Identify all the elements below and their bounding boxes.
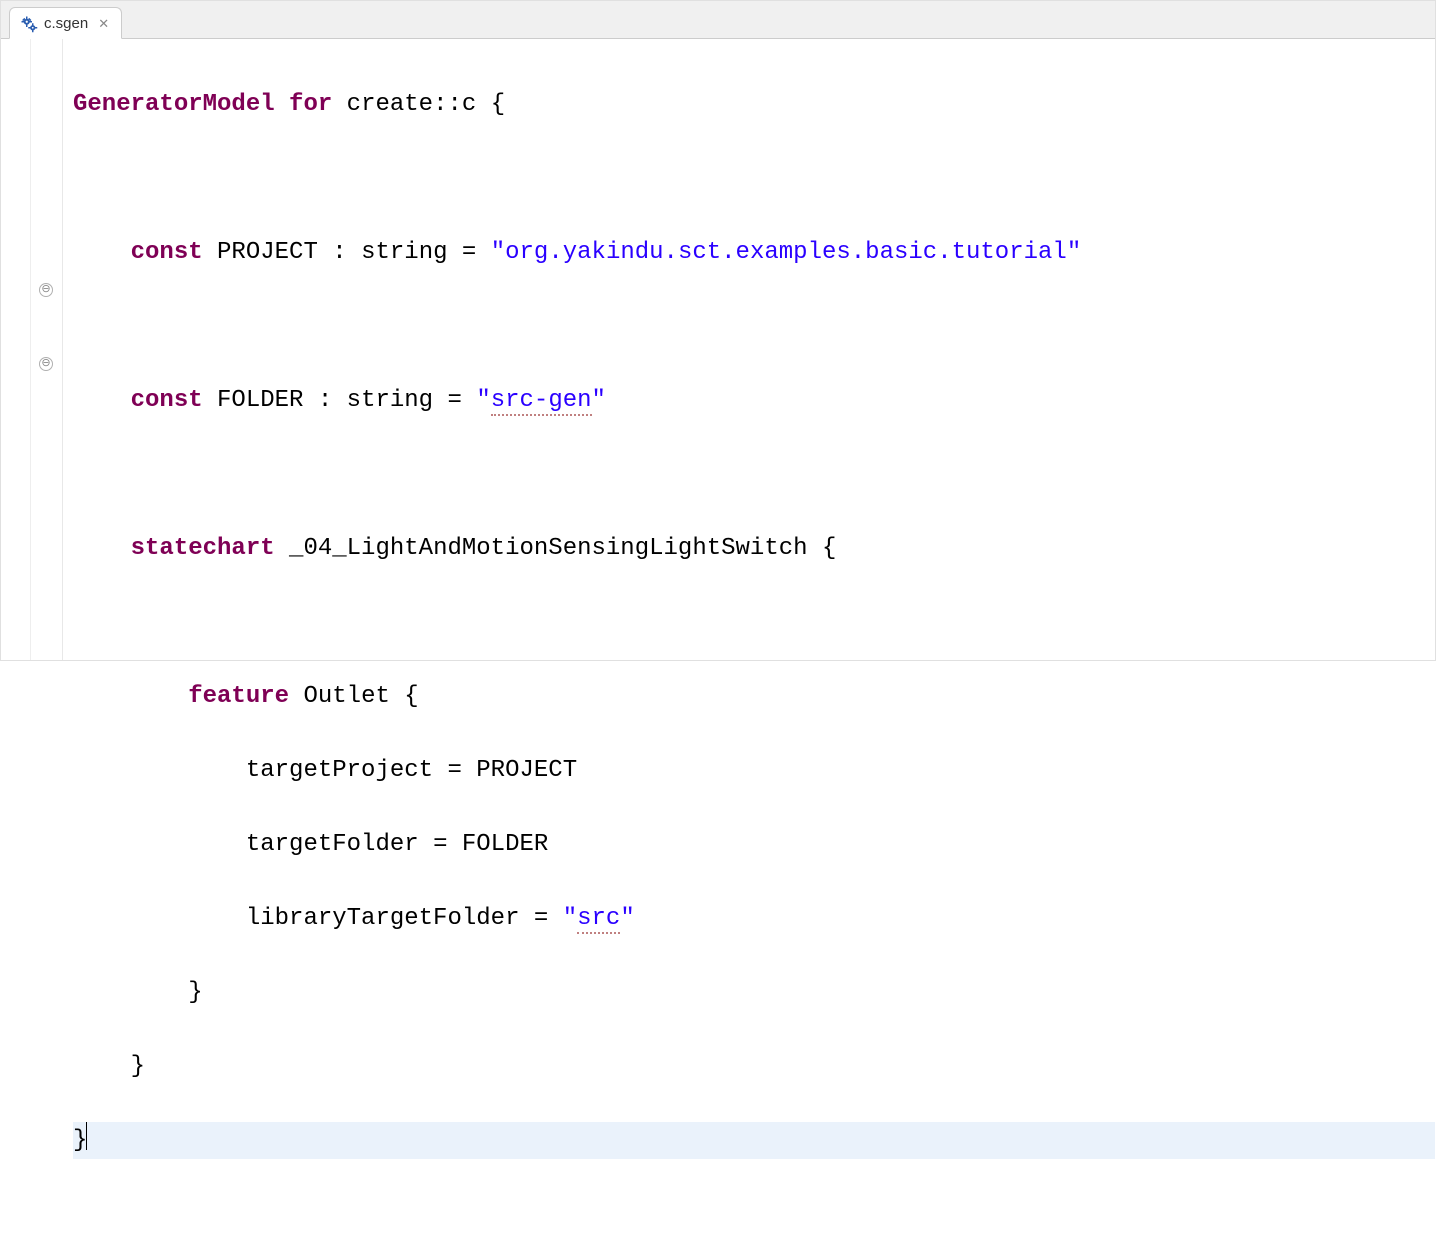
code-line: targetProject = PROJECT [73, 752, 1435, 789]
fold-gutter: ⊖ ⊖ [31, 39, 63, 660]
code-line: GeneratorModel for create::c { [73, 86, 1435, 123]
line-number-gutter [1, 39, 31, 660]
code-line: } [73, 1048, 1435, 1085]
code-line: } [73, 974, 1435, 1011]
code-line: libraryTargetFolder = "src" [73, 900, 1435, 937]
tab-bar: c.sgen ✕ [1, 1, 1435, 39]
code-line-current: } [73, 1122, 1435, 1159]
fold-toggle-icon[interactable]: ⊖ [39, 357, 53, 371]
code-line: feature Outlet { [73, 678, 1435, 715]
code-line [73, 160, 1435, 197]
code-line [73, 308, 1435, 345]
tab-label: c.sgen [44, 15, 88, 32]
code-line: const PROJECT : string = "org.yakindu.sc… [73, 234, 1435, 271]
tab-c-sgen[interactable]: c.sgen ✕ [9, 7, 122, 39]
code-editor[interactable]: GeneratorModel for create::c { const PRO… [63, 39, 1435, 660]
code-line: statechart _04_LightAndMotionSensingLigh… [73, 530, 1435, 567]
code-line [73, 604, 1435, 641]
text-caret [86, 1122, 87, 1150]
close-icon[interactable]: ✕ [98, 16, 109, 32]
code-line: targetFolder = FOLDER [73, 826, 1435, 863]
code-line: const FOLDER : string = "src-gen" [73, 382, 1435, 419]
gears-icon [20, 15, 38, 33]
fold-toggle-icon[interactable]: ⊖ [39, 283, 53, 297]
code-line [73, 456, 1435, 493]
editor: ⊖ ⊖ GeneratorModel for create::c { const… [1, 39, 1435, 660]
